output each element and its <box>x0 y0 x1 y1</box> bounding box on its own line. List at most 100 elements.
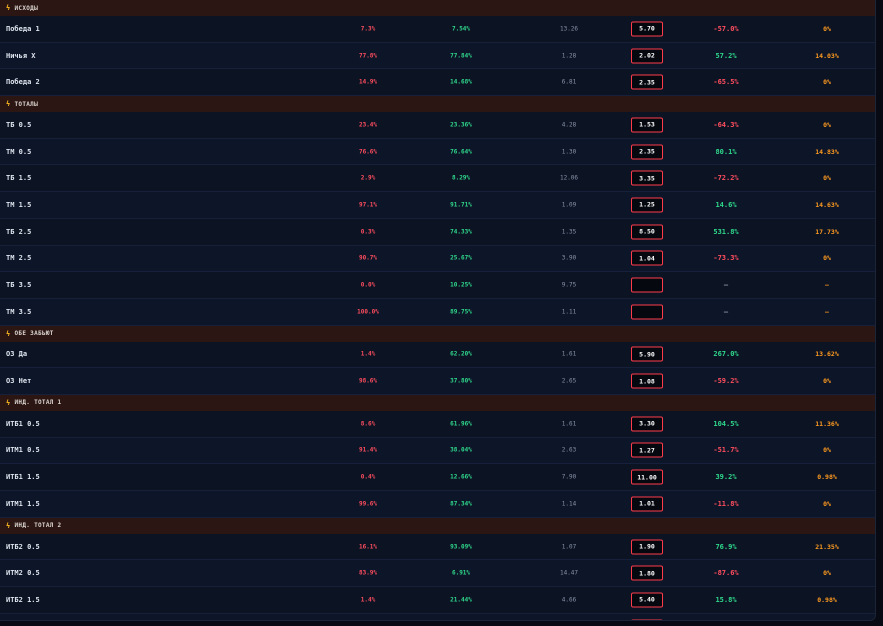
odds-input[interactable]: 8.50 <box>631 224 663 240</box>
market-row[interactable]: ТБ 0.5 23.4% 23.36% 4.28 1.53 -64.3% 0% <box>0 112 875 139</box>
market-label: Победа 1 <box>6 24 40 33</box>
market-row[interactable]: ТМ 3.5 100.0% 89.75% 1.11 – – <box>0 298 875 326</box>
implied-probability: 21.44% <box>450 596 472 604</box>
kelly-stake: 14.03% <box>815 51 839 60</box>
value-percent: – <box>723 307 729 316</box>
fair-odds: 1.14 <box>561 500 577 508</box>
odds-input[interactable]: 2.35 <box>631 74 663 90</box>
odds-input[interactable]: 1.10 <box>631 619 663 620</box>
model-probability: 0.0% <box>360 281 376 289</box>
value-percent: -72.2% <box>713 174 739 183</box>
implied-probability: 7.54% <box>451 25 471 33</box>
market-row[interactable]: ТБ 2.5 0.3% 74.33% 1.35 8.50 531.8% 17.73% <box>0 219 875 246</box>
odds-input[interactable]: 5.70 <box>631 21 663 37</box>
kelly-stake: 13.62% <box>815 350 839 359</box>
market-row[interactable]: ИТМ1 0.5 91.4% 38.04% 2.63 1.27 -51.7% 0% <box>0 437 875 465</box>
implied-probability: 89.75% <box>450 308 472 316</box>
kelly-stake: 0.98% <box>817 595 837 604</box>
implied-probability: 77.84% <box>450 52 472 60</box>
fair-odds: 7.90 <box>561 473 577 481</box>
model-probability: 100.0% <box>357 308 379 316</box>
value-percent: -11.8% <box>713 499 739 508</box>
market-row[interactable]: ОЗ Нет 98.6% 37.80% 2.65 1.08 -59.2% 0% <box>0 368 875 395</box>
market-row[interactable]: Победа 2 14.9% 14.68% 6.81 2.35 -65.5% 0% <box>0 69 875 97</box>
kelly-stake: 0% <box>823 120 831 129</box>
model-probability: 1.4% <box>360 350 376 358</box>
market-row[interactable]: ИТБ1 0.5 8.6% 61.96% 1.61 3.30 104.5% 11.36% <box>0 411 875 438</box>
odds-input[interactable]: 11.00 <box>631 469 663 485</box>
implied-probability: 12.66% <box>450 473 472 481</box>
odds-input[interactable]: 1.90 <box>631 539 663 555</box>
odds-input[interactable]: 1.01 <box>631 496 663 512</box>
odds-input[interactable] <box>631 277 663 293</box>
market-label: ТБ 3.5 <box>6 281 32 290</box>
odds-input[interactable]: 1.53 <box>631 117 663 133</box>
value-percent: 76.9% <box>715 542 737 551</box>
section-title: ИНД. ТОТАЛ 1 <box>14 399 62 407</box>
market-row[interactable]: ИТБ1 1.5 0.4% 12.66% 7.90 11.00 39.2% 0.98% <box>0 464 875 491</box>
implied-probability: 74.33% <box>450 228 472 236</box>
section-header: ϟ ТОТАЛЫ <box>0 96 875 113</box>
fair-odds: 1.61 <box>561 350 577 358</box>
kelly-stake: – <box>825 281 829 290</box>
market-row[interactable]: ТБ 1.5 2.9% 8.29% 12.06 3.35 -72.2% 0% <box>0 165 875 193</box>
kelly-stake: 21.35% <box>815 542 839 551</box>
model-probability: 83.9% <box>358 569 378 577</box>
market-label: ТМ 3.5 <box>6 307 32 316</box>
kelly-stake: 0% <box>823 499 831 508</box>
kelly-stake: 0% <box>823 254 831 263</box>
market-row[interactable]: ИТМ2 0.5 83.9% 6.91% 14.47 1.80 -87.6% 0% <box>0 560 875 588</box>
market-row[interactable]: ИТМ2 1.598.6%78.56%1.271.10-13.6%0% <box>0 613 875 620</box>
market-row[interactable]: ТМ 0.5 76.6% 76.64% 1.30 2.35 80.1% 14.83% <box>0 138 875 166</box>
market-label: ИТБ2 0.5 <box>6 542 40 551</box>
odds-input[interactable]: 2.35 <box>631 144 663 160</box>
value-percent: 80.1% <box>715 147 737 156</box>
market-row[interactable]: ИТБ2 0.5 16.1% 93.09% 1.07 1.90 76.9% 21.35% <box>0 534 875 561</box>
odds-input[interactable]: 5.40 <box>631 592 663 608</box>
odds-input[interactable]: 1.25 <box>631 197 663 213</box>
section-title: ИНД. ТОТАЛ 2 <box>14 522 62 530</box>
market-row[interactable]: ОЗ Да 1.4% 62.20% 1.61 5.90 267.0% 13.62% <box>0 342 875 369</box>
market-row[interactable]: ТМ 2.5 90.7% 25.67% 3.90 1.04 -73.3% 0% <box>0 245 875 273</box>
odds-input[interactable]: 1.27 <box>631 442 663 458</box>
fair-odds: 3.90 <box>561 254 577 262</box>
odds-input[interactable] <box>631 304 663 320</box>
odds-input[interactable]: 3.35 <box>631 170 663 186</box>
implied-probability: 87.34% <box>450 500 472 508</box>
kelly-stake: 0.98% <box>817 473 837 482</box>
section-rows: ИТБ2 0.5 16.1% 93.09% 1.07 1.90 76.9% 21.35% ИТ… <box>0 534 875 620</box>
odds-input[interactable]: 2.02 <box>631 48 663 64</box>
section-rows: ТБ 0.5 23.4% 23.36% 4.28 1.53 -64.3% 0% ТМ 0.5 7… <box>0 112 875 326</box>
section-rows: ОЗ Да 1.4% 62.20% 1.61 5.90 267.0% 13.62% ОЗ Не… <box>0 342 875 395</box>
market-row[interactable]: ИТМ1 1.5 99.6% 87.34% 1.14 1.01 -11.8% 0% <box>0 491 875 518</box>
bolt-icon: ϟ <box>6 4 11 12</box>
odds-input[interactable]: 3.30 <box>631 416 663 432</box>
value-percent: 39.2% <box>715 473 737 482</box>
model-probability: 0.3% <box>360 228 376 236</box>
value-percent: -64.3% <box>713 120 739 129</box>
implied-probability: 8.29% <box>451 174 471 182</box>
market-row[interactable]: ТБ 3.5 0.0% 10.25% 9.75 – – <box>0 272 875 299</box>
market-label: ТБ 2.5 <box>6 227 32 236</box>
odds-input[interactable]: 1.04 <box>631 250 663 266</box>
odds-input[interactable]: 5.90 <box>631 346 663 362</box>
market-label: ТМ 0.5 <box>6 147 32 156</box>
bolt-icon: ϟ <box>6 329 11 338</box>
section-header: ϟ ОБЕ ЗАБЬЮТ <box>0 325 875 342</box>
kelly-stake: 11.36% <box>815 419 839 428</box>
market-label: ИТМ2 0.5 <box>6 569 40 578</box>
market-row[interactable]: ИТБ2 1.5 1.4% 21.44% 4.66 5.40 15.8% 0.98% <box>0 587 875 614</box>
value-percent: -57.0% <box>713 24 739 33</box>
odds-input[interactable]: 1.08 <box>631 373 663 389</box>
section-rows: ИТБ1 0.5 8.6% 61.96% 1.61 3.30 104.5% 11.36% ИТ… <box>0 411 875 518</box>
market-row[interactable]: ТМ 1.5 97.1% 91.71% 1.09 1.25 14.6% 14.63% <box>0 192 875 219</box>
market-row[interactable]: Ничья X 77.8% 77.84% 1.28 2.02 57.2% 14.03% <box>0 42 875 70</box>
market-row[interactable]: Победа 1 7.3% 7.54% 13.26 5.70 -57.0% 0% <box>0 16 875 43</box>
implied-probability: 91.71% <box>450 201 472 209</box>
odds-input[interactable]: 1.80 <box>631 565 663 581</box>
fair-odds: 2.65 <box>561 377 577 385</box>
model-probability: 76.6% <box>358 148 378 156</box>
implied-probability: 38.04% <box>450 446 472 454</box>
market-section: ϟ ОБЕ ЗАБЬЮТ ОЗ Да 1.4% 62.20% 1.61 5.90 267.0%… <box>0 325 875 395</box>
fair-odds: 2.63 <box>561 446 577 454</box>
